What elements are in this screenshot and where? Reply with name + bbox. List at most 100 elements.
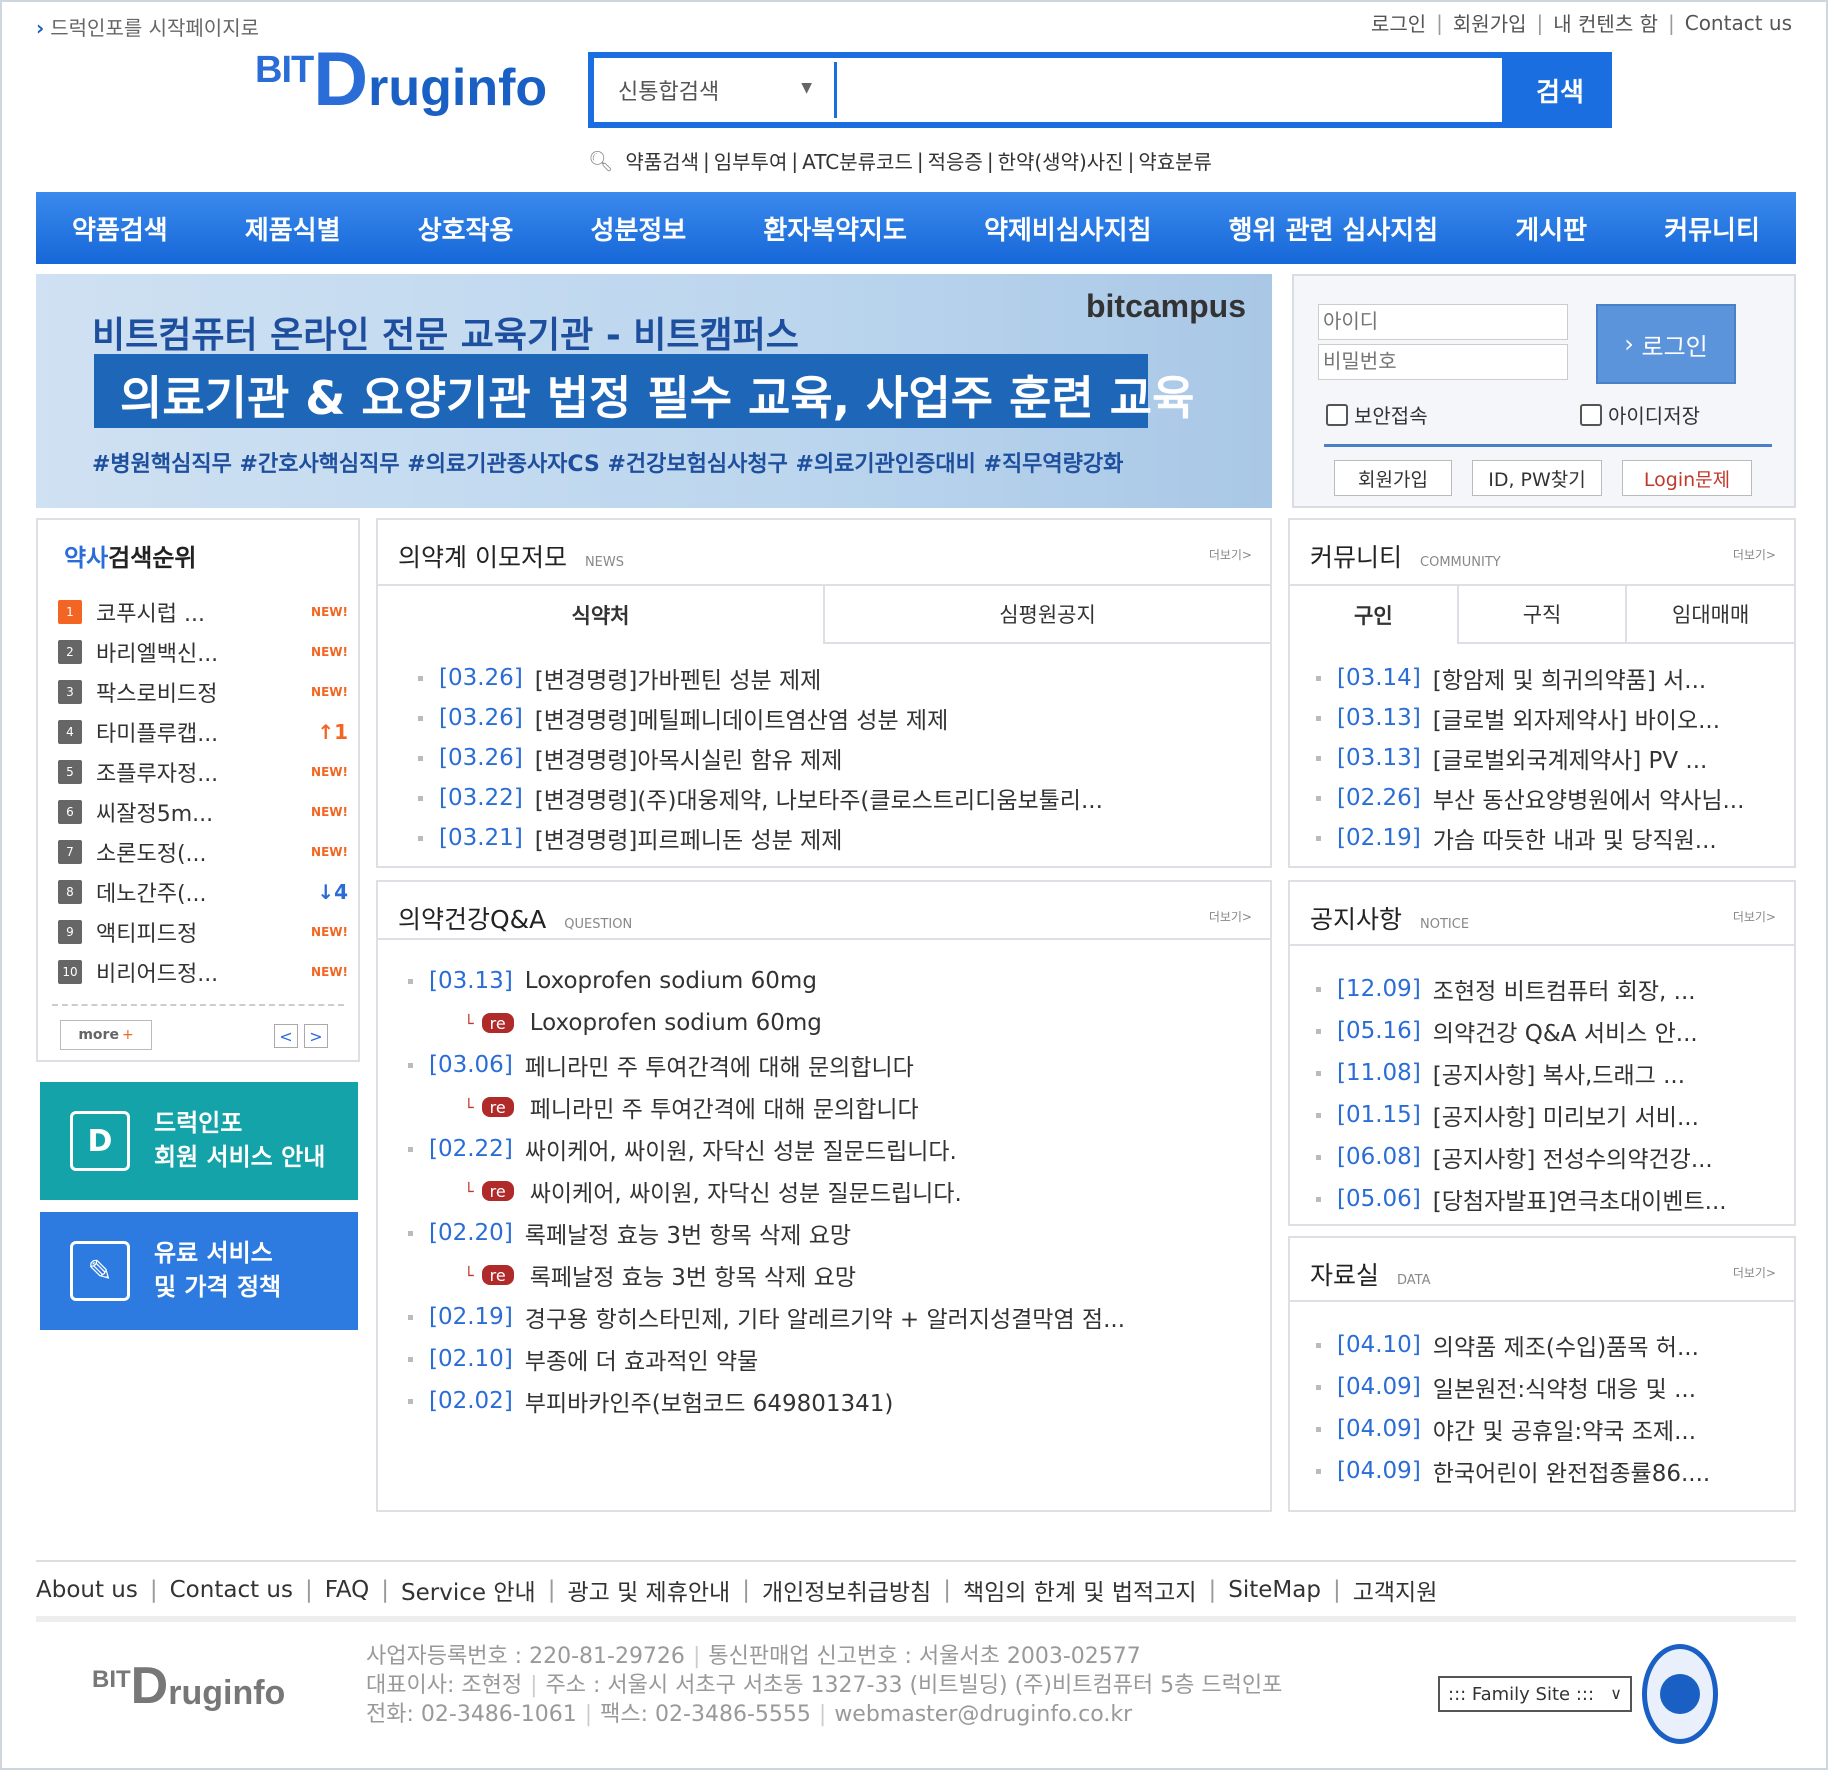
list-item[interactable]: [03.26] [변경명령]가바펜틴 성분 제제 (418, 658, 1103, 698)
save-id-checkbox[interactable]: 아이디저장 (1580, 400, 1700, 429)
prev-page-button[interactable]: < (274, 1024, 298, 1048)
my-contents-link[interactable]: 내 컨텐츠 함 (1553, 8, 1658, 37)
data-room-more-link[interactable]: 더보기> (1733, 1264, 1776, 1281)
notice-more-link[interactable]: 더보기> (1733, 908, 1776, 925)
list-item[interactable]: [01.15] [공지사항] 미리보기 서비... (1316, 1094, 1727, 1136)
qna-item[interactable]: [02.22] 싸이케어, 싸이원, 자닥신 성분 질문드립니다. (408, 1128, 1125, 1170)
ranking-item[interactable]: 8 데노간주(... ↓4 (58, 872, 348, 912)
nav-procedure-review[interactable]: 행위 관련 심사지침 (1229, 210, 1438, 247)
nav-ingredient[interactable]: 성분정보 (591, 210, 687, 247)
join-button[interactable]: 회원가입 (1334, 460, 1452, 496)
ranking-item[interactable]: 10 비리어드정... NEW! (58, 952, 348, 992)
search-button[interactable]: 검색 (1508, 52, 1612, 128)
id-field[interactable] (1318, 304, 1568, 340)
ranking-item[interactable]: 7 소론도정(... NEW! (58, 832, 348, 872)
member-service-banner[interactable]: D 드럭인포 회원 서비스 안내 (40, 1082, 358, 1200)
paid-service-banner[interactable]: ✎ 유료 서비스 및 가격 정책 (40, 1212, 358, 1330)
quicklink-herbal-photo[interactable]: 한약(생약)사진 (998, 146, 1124, 175)
quicklink-indication[interactable]: 적응증 (928, 146, 983, 175)
list-item[interactable]: [04.10] 의약품 제조(수입)품목 허... (1316, 1324, 1710, 1366)
list-item[interactable]: [04.09] 야간 및 공휴일:약국 조제... (1316, 1408, 1710, 1450)
next-page-button[interactable]: > (304, 1024, 328, 1048)
tab-job-offer[interactable]: 구인 (1290, 586, 1459, 644)
list-item[interactable]: [05.16] 의약건강 Q&A 서비스 안... (1316, 1010, 1727, 1052)
community-more-link[interactable]: 더보기> (1733, 546, 1776, 563)
search-input[interactable] (834, 62, 1496, 118)
qna-item[interactable]: [02.10] 부종에 더 효과적인 약물 (408, 1338, 1125, 1380)
list-item[interactable]: [02.19] 가슴 따듯한 내과 및 당직원... (1316, 818, 1744, 858)
qna-reply-item[interactable]: └ re 페니라민 주 투여간격에 대해 문의합니다 (408, 1086, 1125, 1128)
drug-name: 소론도정(... (96, 842, 207, 867)
ranking-more-button[interactable]: more + (60, 1020, 152, 1050)
nav-board[interactable]: 게시판 (1515, 210, 1587, 247)
footer-link[interactable]: 책임의 한계 및 법적고지 (963, 1573, 1197, 1607)
list-item[interactable]: [03.14] [항암제 및 희귀의약품] 서... (1316, 658, 1744, 698)
list-item[interactable]: [05.06] [당첨자발표]연극초대이벤트... (1316, 1178, 1727, 1220)
login-problem-button[interactable]: Login문제 (1622, 460, 1752, 496)
set-start-page-link[interactable]: › 드럭인포를 시작페이지로 (36, 12, 259, 41)
contact-us-link[interactable]: Contact us (1685, 11, 1792, 35)
qna-reply-item[interactable]: └ re 싸이케어, 싸이원, 자닥신 성분 질문드립니다. (408, 1170, 1125, 1212)
quicklink-atc[interactable]: ATC분류코드 (802, 146, 913, 175)
login-link[interactable]: 로그인 (1371, 8, 1426, 37)
qna-item[interactable]: [02.02] 부피바카인주(보험코드 649801341) (408, 1380, 1125, 1422)
tab-mfds[interactable]: 식약처 (378, 586, 825, 644)
footer-link[interactable]: 광고 및 제휴안내 (567, 1573, 730, 1607)
qna-item[interactable]: [03.13] Loxoprofen sodium 60mg (408, 960, 1125, 1002)
footer-link[interactable]: 고객지원 (1353, 1573, 1438, 1607)
list-item[interactable]: [03.13] [글로벌 외자제약사] 바이오... (1316, 698, 1744, 738)
list-item[interactable]: [02.26] 부산 동산요양병원에서 약사님... (1316, 778, 1744, 818)
ranking-item[interactable]: 4 타미플루캡... ↑1 (58, 712, 348, 752)
footer-link[interactable]: Service 안내 (401, 1573, 536, 1607)
druginfo-logo[interactable]: BIT Druginfo (255, 42, 547, 118)
footer-link[interactable]: FAQ (325, 1577, 370, 1603)
tab-lease-sale[interactable]: 임대매매 (1627, 586, 1795, 644)
list-item[interactable]: [03.26] [변경명령]메틸페니데이트염산염 성분 제제 (418, 698, 1103, 738)
nav-interaction[interactable]: 상호작용 (418, 210, 514, 247)
list-item[interactable]: [04.09] 일본원전:식약청 대응 및 ... (1316, 1366, 1710, 1408)
nav-drug-review[interactable]: 약제비심사지침 (984, 210, 1151, 247)
ranking-item[interactable]: 5 조플루자정... NEW! (58, 752, 348, 792)
find-id-pw-button[interactable]: ID, PW찾기 (1472, 460, 1602, 496)
qna-item[interactable]: [02.20] 록페날정 효능 3번 항목 삭제 요망 (408, 1212, 1125, 1254)
news-more-link[interactable]: 더보기> (1209, 546, 1252, 563)
qna-item[interactable]: [03.06] 페니라민 주 투여간격에 대해 문의합니다 (408, 1044, 1125, 1086)
qna-more-link[interactable]: 더보기> (1209, 908, 1252, 925)
nav-product-identify[interactable]: 제품식별 (245, 210, 341, 247)
list-item[interactable]: [12.09] 조현정 비트컴퓨터 회장, ... (1316, 968, 1727, 1010)
bitcampus-banner[interactable]: bitcampus 비트컴퓨터 온라인 전문 교육기관 - 비트캠퍼스 의료기관… (36, 274, 1272, 508)
quicklink-drug-search[interactable]: 약품검색 (625, 146, 699, 175)
list-item[interactable]: [03.13] [글로벌외국계제약사] PV ... (1316, 738, 1744, 778)
ranking-item[interactable]: 2 바리엘백신... NEW! (58, 632, 348, 672)
tab-job-seek[interactable]: 구직 (1458, 586, 1628, 644)
list-item[interactable]: [03.22] [변경명령](주)대웅제약, 나보타주(클로스트리디움보툴리... (418, 778, 1103, 818)
quicklink-pregnancy[interactable]: 임부투여 (714, 146, 788, 175)
signup-link[interactable]: 회원가입 (1453, 8, 1527, 37)
list-item[interactable]: [03.21] [변경명령]피르페니돈 성분 제제 (418, 818, 1103, 858)
secure-login-checkbox[interactable]: 보안접속 (1326, 400, 1428, 429)
login-button[interactable]: › 로그인 (1596, 304, 1736, 384)
tab-hira-notice[interactable]: 심평원공지 (825, 586, 1270, 644)
nav-drug-search[interactable]: 약품검색 (72, 210, 168, 247)
family-site-select[interactable]: ::: Family Site ::: ∨ (1438, 1676, 1632, 1712)
list-item[interactable]: [04.09] 한국어린이 완전접종률86.... (1316, 1450, 1710, 1492)
list-item[interactable]: [11.08] [공지사항] 복사,드래그 ... (1316, 1052, 1727, 1094)
qna-reply-item[interactable]: └ re Loxoprofen sodium 60mg (408, 1002, 1125, 1044)
quicklink-efficacy[interactable]: 약효분류 (1138, 146, 1212, 175)
footer-link[interactable]: 개인정보취급방침 (762, 1573, 931, 1607)
ranking-item[interactable]: 1 코푸시럽 ... NEW! (58, 592, 348, 632)
footer-link[interactable]: About us (36, 1577, 138, 1603)
search-category-select[interactable]: 신통합검색 ▼ (602, 62, 832, 118)
footer-link[interactable]: SiteMap (1228, 1577, 1321, 1603)
nav-patient-guide[interactable]: 환자복약지도 (763, 210, 907, 247)
list-item[interactable]: [06.08] [공지사항] 전성수의약건강... (1316, 1136, 1727, 1178)
qna-item[interactable]: [02.19] 경구용 항히스타민제, 기타 알레르기약 + 알러지성결막염 점.… (408, 1296, 1125, 1338)
ranking-item[interactable]: 6 씨잘정5m... NEW! (58, 792, 348, 832)
ranking-item[interactable]: 9 액티피드정 NEW! (58, 912, 348, 952)
ranking-item[interactable]: 3 팍스로비드정 NEW! (58, 672, 348, 712)
nav-community[interactable]: 커뮤니티 (1664, 210, 1760, 247)
password-field[interactable] (1318, 344, 1568, 380)
footer-link[interactable]: Contact us (170, 1577, 293, 1603)
qna-reply-item[interactable]: └ re 록페날정 효능 3번 항목 삭제 요망 (408, 1254, 1125, 1296)
list-item[interactable]: [03.26] [변경명령]아목시실린 함유 제제 (418, 738, 1103, 778)
